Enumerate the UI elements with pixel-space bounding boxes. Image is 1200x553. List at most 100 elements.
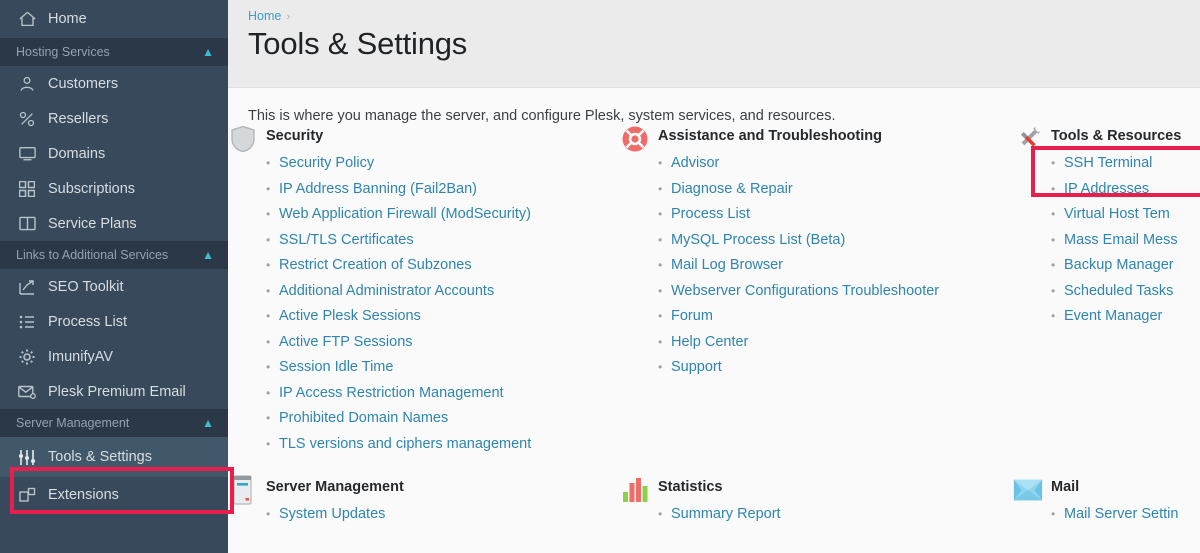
bullet-icon: • [658, 360, 663, 374]
link-scheduled-tasks[interactable]: Scheduled Tasks [1064, 283, 1173, 299]
sidebar-item-seo-toolkit[interactable]: SEO Toolkit [0, 269, 228, 304]
tools-icon [1013, 124, 1043, 154]
list-item: • Advisor [658, 155, 939, 181]
envelope-icon [16, 382, 38, 402]
chevron-up-icon: ▲ [202, 45, 214, 59]
group-header: Statistics [620, 475, 781, 505]
link-ssh-terminal[interactable]: SSH Terminal [1064, 155, 1152, 171]
chevron-up-icon: ▲ [202, 416, 214, 430]
list-item: • TLS versions and ciphers management [266, 436, 531, 462]
link-process-list[interactable]: Process List [671, 206, 750, 222]
list-item: • Restrict Creation of Subzones [266, 257, 531, 283]
sidebar-item-label: Home [48, 11, 87, 27]
sidebar-item-extensions[interactable]: Extensions [0, 477, 228, 512]
link-mail-server-settings[interactable]: Mail Server Settin [1064, 506, 1178, 522]
sidebar-section-server-management[interactable]: Server Management ▲ [0, 409, 228, 437]
link-mysql-process-list[interactable]: MySQL Process List (Beta) [671, 232, 845, 248]
link-ip-access-restriction-management[interactable]: IP Access Restriction Management [279, 385, 504, 401]
sidebar-item-customers[interactable]: Customers [0, 66, 228, 101]
breadcrumb: Home › [248, 9, 1200, 23]
link-system-updates[interactable]: System Updates [279, 506, 385, 522]
sidebar-item-label: Customers [48, 75, 119, 92]
link-mass-email-messaging[interactable]: Mass Email Mess [1064, 232, 1178, 248]
link-ssl-tls-certificates[interactable]: SSL/TLS Certificates [279, 232, 414, 248]
sliders-icon [16, 447, 38, 467]
bullet-icon: • [1051, 309, 1056, 323]
link-prohibited-domain-names[interactable]: Prohibited Domain Names [279, 410, 448, 426]
group-title: Tools & Resources [1051, 128, 1182, 144]
link-diagnose-and-repair[interactable]: Diagnose & Repair [671, 181, 793, 197]
group-tools-and-resources: Tools & Resources • SSH Terminal • IP Addr… [1013, 124, 1181, 334]
sidebar-item-label: Extensions [48, 486, 119, 503]
link-active-plesk-sessions[interactable]: Active Plesk Sessions [279, 308, 421, 324]
link-virtual-host-template[interactable]: Virtual Host Tem [1064, 206, 1170, 222]
link-session-idle-time[interactable]: Session Idle Time [279, 359, 393, 375]
sidebar-section-links-to-additional-services[interactable]: Links to Additional Services ▲ [0, 241, 228, 269]
link-support[interactable]: Support [671, 359, 722, 375]
sidebar-item-plesk-premium-email[interactable]: Plesk Premium Email [0, 374, 228, 409]
list-item: • Mail Log Browser [658, 257, 939, 283]
list-item: • IP Access Restriction Management [266, 385, 531, 411]
bullet-icon: • [658, 334, 663, 349]
bullet-icon: • [1051, 207, 1056, 221]
list-item: • Web Application Firewall (ModSecurity) [266, 206, 531, 232]
home-icon [16, 9, 38, 29]
sidebar-item-domains[interactable]: Domains [0, 136, 228, 171]
list-item: • Active Plesk Sessions [266, 308, 531, 334]
link-web-application-firewall[interactable]: Web Application Firewall (ModSecurity) [279, 206, 531, 222]
list-item: • SSL/TLS Certificates [266, 232, 531, 258]
sidebar-section-hosting-services[interactable]: Hosting Services ▲ [0, 38, 228, 66]
sidebar-item-tools-and-settings[interactable]: Tools & Settings [0, 437, 228, 477]
sidebar-item-process-list[interactable]: Process List [0, 304, 228, 339]
bullet-icon: • [266, 436, 271, 451]
link-security-policy[interactable]: Security Policy [279, 155, 374, 171]
group-link-list: • Summary Report [620, 506, 781, 532]
bullet-icon: • [266, 309, 271, 323]
list-item: • MySQL Process List (Beta) [658, 232, 939, 258]
link-active-ftp-sessions[interactable]: Active FTP Sessions [279, 334, 413, 350]
intro-text: This is where you manage the server, and… [248, 108, 836, 124]
link-help-center[interactable]: Help Center [671, 334, 748, 350]
link-event-manager[interactable]: Event Manager [1064, 308, 1162, 324]
sidebar-item-imunifyav[interactable]: ImunifyAV [0, 339, 228, 374]
sidebar-item-home[interactable]: Home [0, 0, 228, 38]
link-webserver-configurations-troubleshooter[interactable]: Webserver Configurations Troubleshooter [671, 283, 939, 299]
link-summary-report[interactable]: Summary Report [671, 506, 781, 522]
sidebar-item-label: Subscriptions [48, 180, 136, 197]
bullet-icon: • [658, 181, 663, 196]
mail-icon [1013, 475, 1043, 505]
user-icon [16, 74, 38, 94]
link-ip-address-banning[interactable]: IP Address Banning (Fail2Ban) [279, 181, 477, 197]
list-item: • SSH Terminal [1051, 155, 1181, 181]
link-advisor[interactable]: Advisor [671, 155, 719, 171]
shield-icon [228, 124, 258, 154]
group-link-list: • Security Policy • IP Address Banning (Fa… [228, 155, 531, 461]
page-title: Tools & Settings [248, 26, 468, 61]
link-ip-addresses[interactable]: IP Addresses [1064, 181, 1149, 197]
sidebar-item-subscriptions[interactable]: Subscriptions [0, 171, 228, 206]
list-item: • Diagnose & Repair [658, 181, 939, 207]
bullet-icon: • [1051, 283, 1056, 298]
bullet-icon: • [1051, 507, 1056, 521]
sidebar-item-label: Plesk Premium Email [48, 383, 186, 400]
breadcrumb-home-link[interactable]: Home [248, 9, 281, 23]
group-link-list: • SSH Terminal • IP Addresses • Virtual Hos… [1013, 155, 1181, 334]
link-mail-log-browser[interactable]: Mail Log Browser [671, 257, 783, 273]
list-item: • Process List [658, 206, 939, 232]
sidebar-item-service-plans[interactable]: Service Plans [0, 206, 228, 241]
bullet-icon: • [266, 360, 271, 374]
sidebar-item-resellers[interactable]: Resellers [0, 101, 228, 136]
group-security: Security • Security Policy • IP Address Ba… [228, 124, 531, 461]
link-forum[interactable]: Forum [671, 308, 713, 324]
bullet-icon: • [266, 334, 271, 349]
sidebar: Home Hosting Services ▲ Customers Resell… [0, 0, 228, 553]
bullet-icon: • [266, 156, 271, 170]
sidebar-item-label: Domains [48, 145, 106, 162]
link-tls-versions-and-ciphers-management[interactable]: TLS versions and ciphers management [279, 436, 531, 452]
link-restrict-creation-of-subzones[interactable]: Restrict Creation of Subzones [279, 257, 472, 273]
group-link-list: • System Updates [228, 506, 404, 532]
bullet-icon: • [1051, 156, 1056, 170]
link-additional-administrator-accounts[interactable]: Additional Administrator Accounts [279, 283, 494, 299]
link-backup-manager[interactable]: Backup Manager [1064, 257, 1174, 273]
bullet-icon: • [658, 283, 663, 298]
